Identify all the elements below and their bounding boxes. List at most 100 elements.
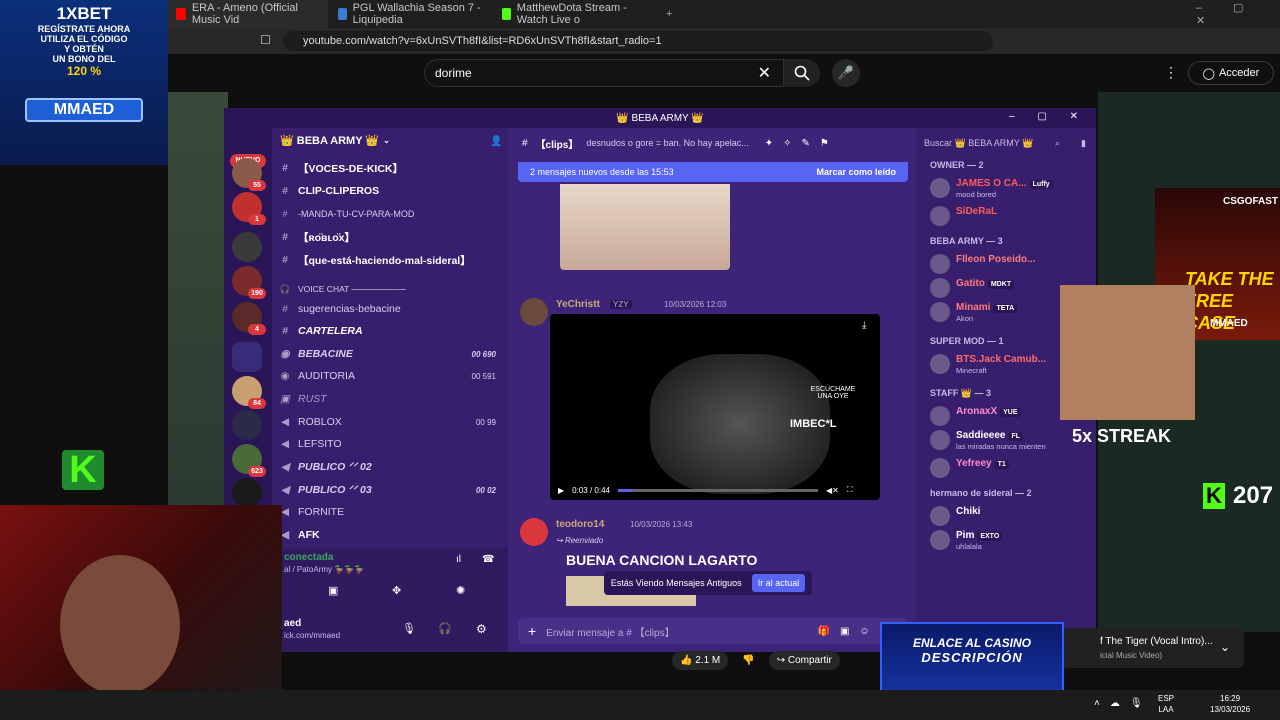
- member-item[interactable]: JAMES O CA... Luffy mood bored: [930, 176, 1090, 202]
- language-indicator[interactable]: ESP LAA: [1158, 693, 1174, 715]
- channel-lefsito[interactable]: ◀ LEFSITO: [278, 434, 504, 454]
- add-user-icon[interactable]: 👤: [490, 136, 502, 147]
- bookmark-icon[interactable]: ☐: [260, 33, 271, 47]
- search-field[interactable]: Buscar 👑 BEBA ARMY 👑 ⌕ ▮: [916, 128, 1096, 158]
- youtube-search-input[interactable]: dorime ✕: [424, 59, 784, 87]
- jump-to-present-button[interactable]: Ir al actual: [751, 574, 806, 592]
- channel-manda-tu-cv[interactable]: # -MANDA-TU-CV-PARA-MOD: [278, 204, 504, 224]
- browser-tab-bar: ERA - Ameno (Official Music Vid PGL Wall…: [168, 0, 1280, 28]
- system-clock[interactable]: 16:29 13/03/2026: [1210, 693, 1250, 715]
- tab-kick[interactable]: MatthewDota Stream - Watch Live o: [494, 0, 654, 28]
- message-input[interactable]: + Enviar mensaje a # 【clips】 🎁▣☺✿: [518, 618, 908, 644]
- activity-icon[interactable]: ✥: [392, 584, 401, 597]
- server-icon[interactable]: [232, 232, 262, 262]
- server-icon[interactable]: [232, 410, 262, 440]
- channel-voces-de-kick[interactable]: # 【VOCES-DE-KICK】: [278, 158, 504, 178]
- member-group-title: STAFF 👑 — 3: [930, 388, 992, 398]
- youtube-icon: [176, 8, 186, 20]
- channel-bebacine[interactable]: ◉ BEBACINE 00 690: [278, 344, 504, 364]
- channel-auditoria[interactable]: ◉ AUDITORIA 00 591: [278, 366, 504, 386]
- member-name: Flleon Poseido...: [956, 254, 1035, 265]
- message-author[interactable]: teodoro14: [556, 519, 604, 530]
- user-status: ick.com/mmaed: [284, 631, 341, 640]
- voice-chat-category[interactable]: 🎧 VOICE CHAT ─────────: [278, 279, 504, 299]
- search-button[interactable]: [784, 59, 820, 87]
- video-progress-bar[interactable]: [617, 488, 818, 492]
- tab-youtube[interactable]: ERA - Ameno (Official Music Vid: [168, 0, 328, 28]
- channel-publico-03[interactable]: ◀ PUBLICO ᐟᐟ 03 00 02: [278, 480, 504, 500]
- channel-roblox-voice[interactable]: ◀ ROBLOX 00 99: [278, 412, 504, 432]
- disconnect-icon[interactable]: ☎: [482, 554, 494, 565]
- speaker-icon: ◀: [280, 461, 290, 473]
- more-icon[interactable]: ⋮: [1164, 64, 1178, 81]
- new-tab-button[interactable]: +: [658, 0, 680, 28]
- download-icon[interactable]: ⤓: [862, 320, 866, 331]
- member-name: AronaxX YUE: [956, 406, 1021, 417]
- inbox-icon[interactable]: ▮: [1081, 138, 1086, 149]
- discord-logo-avatar[interactable]: [520, 518, 548, 546]
- channel-publico-02[interactable]: ◀ PUBLICO ᐟᐟ 02: [278, 457, 504, 477]
- member-item[interactable]: Pim EXTO uhlalala: [930, 528, 1090, 554]
- avatar[interactable]: [520, 298, 548, 326]
- mic-icon[interactable]: 🎙: [402, 622, 416, 635]
- channel-fornite[interactable]: ◀ FORNITE: [278, 502, 504, 522]
- channel-sideral[interactable]: # 【que-está-haciendo-mal-sideral】: [278, 250, 504, 270]
- tab-liquipedia[interactable]: PGL Wallachia Season 7 - Liquipedia: [330, 0, 490, 28]
- member-item[interactable]: Saddieeee FL las miradas nunca mienten: [930, 428, 1090, 454]
- channel-label: 【VOCES-DE-KICK】: [298, 162, 404, 175]
- window-controls[interactable]: – ▢ ✕: [1188, 0, 1280, 28]
- member-item[interactable]: SiDeRaL: [930, 204, 1090, 230]
- gear-icon[interactable]: ⚙: [476, 622, 487, 636]
- image-attachment[interactable]: [560, 184, 730, 270]
- streak-label: 5x STREAK: [1072, 426, 1172, 446]
- channel-sugerencias[interactable]: # sugerencias-bebacine: [278, 299, 504, 319]
- server-icon[interactable]: [232, 478, 262, 508]
- youtube-header: dorime ✕ 🎤 ⋮ ◯ Acceder: [168, 54, 1280, 92]
- member-item[interactable]: Yefreey T1: [930, 456, 1090, 482]
- channel-afk[interactable]: ◀ AFK: [278, 525, 504, 545]
- header-action-icons[interactable]: ✦✧✎⚑: [765, 138, 839, 149]
- user-name: aed: [284, 618, 302, 629]
- search-icon[interactable]: ⌕: [1055, 138, 1060, 149]
- discord-window-controls[interactable]: – ▢ ✕: [1009, 111, 1088, 122]
- message-author[interactable]: YeChristt: [556, 299, 600, 310]
- member-item[interactable]: Chiki: [930, 504, 1090, 530]
- soundboard-icon[interactable]: ✺: [456, 584, 465, 597]
- youtube-actions: 👍 2.1 M 👎 ↪ Compartir: [672, 648, 882, 672]
- clear-icon[interactable]: ✕: [758, 63, 771, 83]
- headset-icon[interactable]: 🎧: [438, 622, 452, 635]
- fullscreen-icon[interactable]: ⛶: [847, 485, 853, 495]
- search-icon: [794, 65, 810, 81]
- server-badge: 55: [248, 180, 266, 191]
- chevron-down-icon[interactable]: ⌄: [1220, 640, 1230, 654]
- member-name: BTS.Jack Camub...: [956, 354, 1046, 365]
- video-attachment[interactable]: ESCÚCHAME UNA OYE IMBEC*L ⤓ ▶ 0:03 / 0:4…: [550, 314, 880, 500]
- plus-icon[interactable]: +: [528, 623, 536, 639]
- channel-rust[interactable]: ▣ RUST: [278, 389, 504, 409]
- member-item[interactable]: Flleon Poseido...: [930, 252, 1090, 278]
- folder-icon[interactable]: [232, 342, 262, 372]
- share-button[interactable]: ↪ Compartir: [768, 650, 840, 670]
- avatar: [930, 506, 950, 526]
- server-name[interactable]: 👑 BEBA ARMY 👑 ⌄: [280, 134, 390, 147]
- signal-icon[interactable]: ıl: [456, 554, 461, 565]
- betting-ad[interactable]: 1XBET REGÍSTRATE AHORA UTILIZA EL CÓDIGO…: [0, 0, 168, 165]
- dislike-icon[interactable]: 👎: [742, 655, 754, 666]
- tray-icons[interactable]: ˄☁🎙: [1094, 698, 1153, 709]
- channel-cartelera[interactable]: # CARTELERA: [278, 321, 504, 341]
- like-button[interactable]: 👍 2.1 M: [672, 650, 729, 670]
- member-name-text: Flleon Poseido...: [956, 254, 1036, 265]
- channel-roblox[interactable]: # 【ʀᴏ̈ʙʟᴏ̈x】: [278, 227, 504, 247]
- signin-button[interactable]: ◯ Acceder: [1188, 61, 1274, 85]
- message-timestamp: 10/03/2026 12:03: [664, 300, 727, 309]
- mute-icon[interactable]: ◀✕: [826, 486, 839, 495]
- play-icon[interactable]: ▶: [558, 486, 564, 495]
- mic-icon[interactable]: 🎤: [832, 59, 860, 87]
- screen-share-icon[interactable]: ▣: [328, 584, 338, 597]
- playlist-next-item[interactable]: f The Tiger (Vocal Intro)... icial Music…: [1062, 628, 1244, 668]
- channel-label: -MANDA-TU-CV-PARA-MOD: [298, 209, 415, 219]
- url-field[interactable]: youtube.com/watch?v=6xUnSVTh8fI&list=RD6…: [283, 31, 993, 51]
- mark-read-button[interactable]: Marcar como leído: [816, 167, 896, 177]
- new-messages-bar[interactable]: 2 mensajes nuevos desde las 15:53 Marcar…: [518, 162, 908, 182]
- channel-clip-cliperos[interactable]: # CLIP-CLIPEROS: [278, 181, 504, 201]
